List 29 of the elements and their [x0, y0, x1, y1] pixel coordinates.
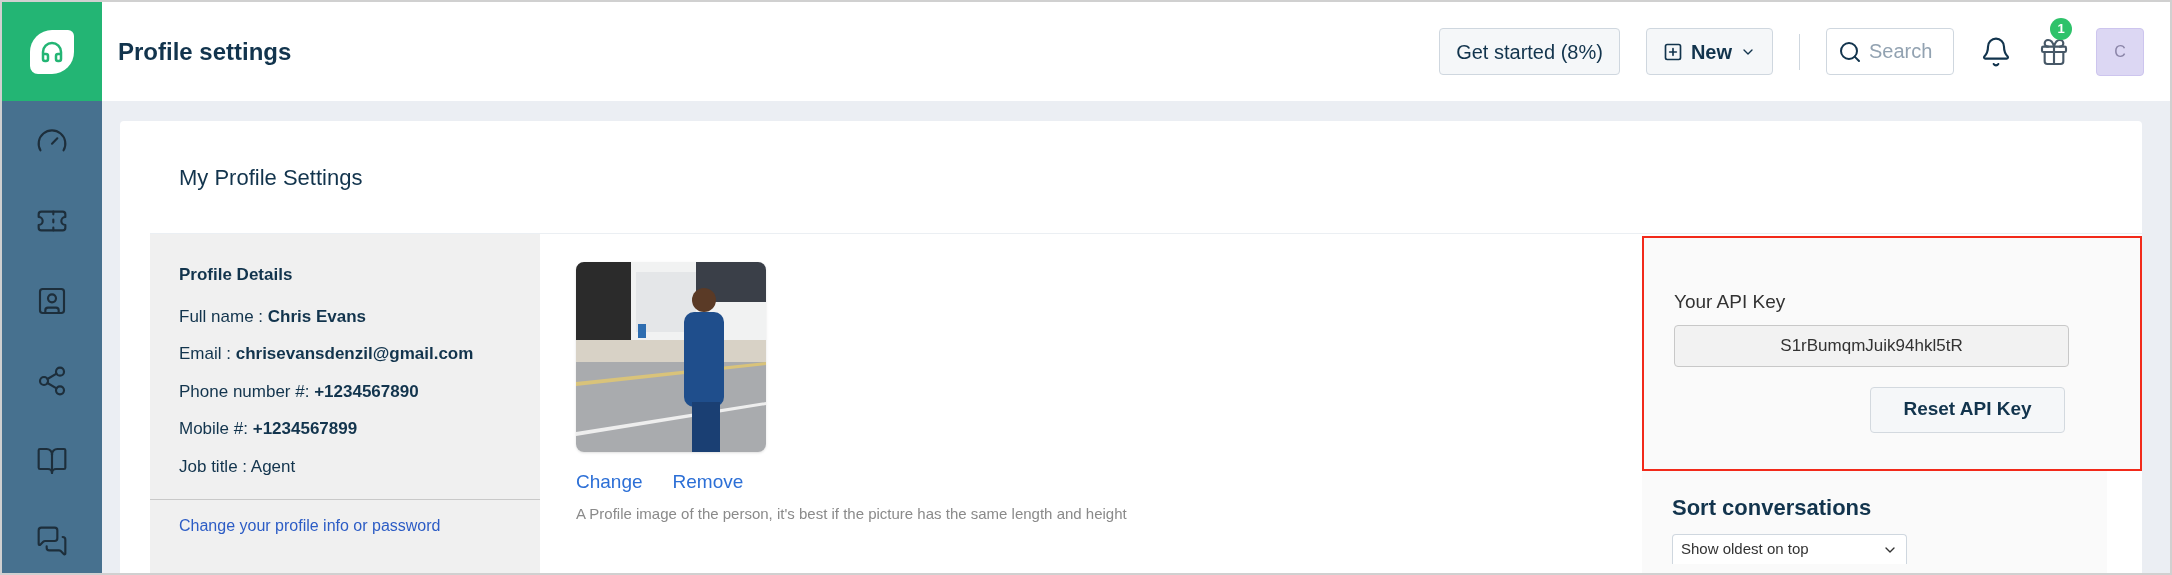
- logo-icon[interactable]: [30, 29, 74, 74]
- api-key-field: S1rBumqmJuik94hkl5tR: [1674, 324, 2069, 367]
- chat-bubbles-icon[interactable]: [36, 525, 68, 557]
- search-icon: [1838, 40, 1862, 64]
- notification-badge: 1: [2050, 17, 2072, 40]
- search-field[interactable]: Search: [1826, 28, 1954, 75]
- api-key-label: Your API Key: [1674, 290, 1787, 314]
- sort-select[interactable]: Show oldest on top: [1672, 534, 1907, 564]
- profile-detail: Job title : Agent: [179, 455, 297, 478]
- profile-detail: Mobile #: +1234567899: [179, 418, 359, 440]
- network-icon[interactable]: [36, 365, 68, 397]
- new-button[interactable]: New: [1645, 28, 1773, 75]
- profile-detail: Phone number #: +1234567890: [179, 380, 420, 403]
- profile-details-heading: Profile Details: [179, 264, 294, 286]
- photo-action-link[interactable]: Change: [576, 468, 643, 497]
- section-title: My Profile Settings: [179, 163, 363, 192]
- contact-card-icon[interactable]: [36, 285, 68, 317]
- book-icon[interactable]: [36, 445, 68, 477]
- reset-api-key-button[interactable]: Reset API Key: [1870, 386, 2065, 433]
- page-title: Profile settings: [118, 36, 292, 67]
- bell-icon[interactable]: [1980, 35, 2012, 68]
- get-started-button[interactable]: Get started (8%): [1439, 28, 1620, 75]
- edit-profile-link[interactable]: Change your profile info or password: [179, 517, 441, 534]
- plus-icon: [1662, 41, 1683, 62]
- photo-caption: A Profile image of the person, it's best if the picture has the same length and height: [576, 503, 1128, 524]
- profile-detail: Full name : Chris Evans: [179, 305, 368, 328]
- profile-detail: Email : chrisevansdenzil@gmail.com: [179, 343, 475, 365]
- photo-action-link[interactable]: Remove: [672, 468, 744, 497]
- sort-heading: Sort conversations: [1672, 494, 1873, 522]
